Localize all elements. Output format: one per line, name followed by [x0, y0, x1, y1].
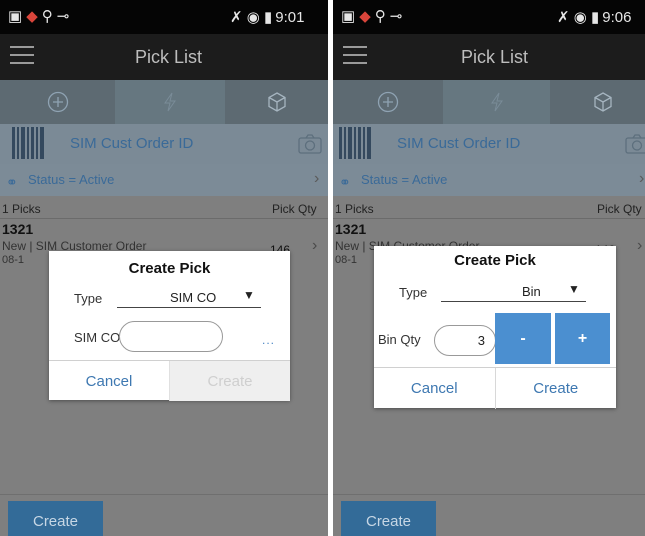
create-button[interactable]: Create	[341, 501, 436, 536]
chevron-right-icon: ›	[639, 170, 645, 187]
status-bar: ▣◆⚲⊸ ✗ ◉ ▮ 9:01	[0, 0, 328, 34]
type-label: Type	[399, 285, 428, 300]
camera-icon[interactable]	[298, 133, 322, 155]
notification-icons: ▣◆⚲⊸	[341, 8, 407, 25]
dialog-footer: Cancel Create	[374, 367, 616, 409]
barcode-icon	[12, 127, 44, 159]
pick-date: 08-1	[335, 254, 358, 266]
scan-label: SIM Cust Order ID	[397, 135, 521, 152]
glasses-icon: ⚭	[339, 174, 351, 190]
lightning-icon	[490, 92, 503, 112]
bottom-bar: Create	[333, 494, 645, 536]
app-bar: Pick List	[333, 34, 645, 80]
chevron-right-icon: ›	[314, 170, 320, 187]
app-bar: Pick List	[0, 34, 328, 80]
page-title: Pick List	[461, 47, 529, 67]
bottom-bar: Create	[0, 494, 328, 536]
scan-row[interactable]: SIM Cust Order ID	[333, 124, 645, 164]
type-value: SIM CO	[170, 290, 217, 305]
container-button[interactable]	[550, 80, 645, 124]
create-confirm-button[interactable]: Create	[169, 361, 290, 401]
dialog-title: Create Pick	[128, 260, 211, 277]
scan-row[interactable]: SIM Cust Order ID	[0, 124, 328, 164]
chevron-right-icon: ›	[312, 237, 318, 254]
dialog-footer: Cancel Create	[49, 360, 290, 401]
filter-label: Status = Active	[28, 172, 115, 187]
type-select[interactable]: SIM CO ▼	[117, 288, 261, 308]
pick-id: 1321	[335, 221, 367, 237]
list-header: 1 Picks Pick Qty	[333, 200, 645, 218]
quick-action-button[interactable]	[443, 80, 550, 124]
filter-row[interactable]: ⚭ Status = Active ›	[0, 164, 328, 196]
phone-screen-left: ▣◆⚲⊸ ✗ ◉ ▮ 9:01 Pick List SIM Cust Order …	[0, 0, 328, 536]
scan-label: SIM Cust Order ID	[70, 135, 194, 152]
dialog-title: Create Pick	[454, 252, 536, 269]
barcode-icon	[339, 127, 371, 159]
lightning-icon	[164, 92, 176, 112]
add-circle-icon	[377, 91, 399, 113]
quick-action-button[interactable]	[115, 80, 225, 124]
action-bar	[0, 80, 328, 124]
pick-id: 1321	[2, 221, 34, 237]
dropdown-arrow-icon: ▼	[243, 288, 255, 302]
create-pick-dialog: Create Pick Type SIM CO ▼ SIM CO ... Can…	[49, 251, 290, 401]
phone-screen-right: ▣◆⚲⊸ ✗ ◉ ▮ 9:06 Pick List SIM Cust Order …	[333, 0, 645, 536]
sim-co-input[interactable]	[119, 321, 223, 352]
decrement-button[interactable]: -	[495, 313, 551, 364]
status-bar: ▣◆⚲⊸ ✗ ◉ ▮ 9:06	[333, 0, 645, 34]
chevron-right-icon: ›	[637, 237, 643, 254]
create-button[interactable]: Create	[8, 501, 103, 536]
type-label: Type	[74, 291, 103, 306]
status-right: ✗ ◉ ▮ 9:06	[557, 9, 632, 26]
picks-count: 1 Picks	[2, 202, 41, 216]
cube-icon	[267, 92, 286, 112]
sim-co-label: SIM CO	[74, 330, 121, 345]
action-bar	[333, 80, 645, 124]
cube-icon	[593, 92, 612, 112]
type-select[interactable]: Bin ▼	[441, 282, 586, 302]
add-button[interactable]	[0, 80, 115, 124]
bin-qty-label: Bin Qty	[378, 332, 421, 347]
container-button[interactable]	[225, 80, 328, 124]
more-options-button[interactable]: ...	[262, 333, 275, 347]
clock: 9:01	[275, 9, 305, 26]
add-button[interactable]	[333, 80, 443, 124]
clock: 9:06	[602, 9, 632, 26]
create-confirm-button[interactable]: Create	[494, 368, 617, 409]
create-pick-dialog: Create Pick Type Bin ▼ Bin Qty 3 - + Can…	[374, 246, 616, 409]
filter-row[interactable]: ⚭ Status = Active ›	[333, 164, 645, 196]
page-title: Pick List	[135, 47, 203, 67]
pick-qty-header: Pick Qty	[597, 202, 642, 216]
pick-date: 08-1	[2, 254, 25, 266]
add-circle-icon	[47, 91, 68, 113]
cancel-button[interactable]: Cancel	[49, 361, 169, 401]
dropdown-arrow-icon: ▼	[568, 282, 580, 296]
glasses-icon: ⚭	[6, 174, 18, 190]
picks-count: 1 Picks	[335, 202, 374, 216]
type-value: Bin	[522, 284, 541, 299]
pick-qty-header: Pick Qty	[272, 202, 317, 216]
filter-label: Status = Active	[361, 172, 448, 187]
list-header: 1 Picks Pick Qty	[0, 200, 328, 218]
increment-button[interactable]: +	[555, 313, 610, 364]
cancel-button[interactable]: Cancel	[374, 368, 495, 409]
status-right: ✗ ◉ ▮ 9:01	[230, 9, 305, 26]
bin-qty-input[interactable]: 3	[434, 325, 496, 356]
camera-icon[interactable]	[625, 133, 645, 155]
notification-icons: ▣◆⚲⊸	[8, 8, 74, 25]
